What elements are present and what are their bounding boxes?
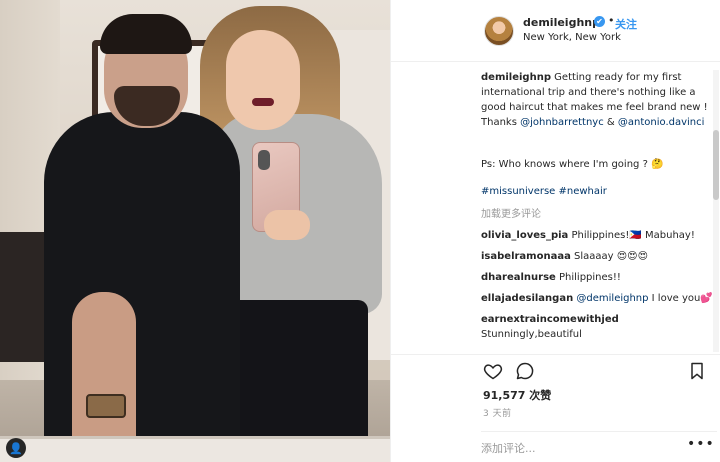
man-hair <box>100 14 192 54</box>
verified-badge-icon: ✔ <box>594 16 605 27</box>
more-options-button[interactable]: ••• <box>687 436 715 452</box>
phone-camera <box>258 150 270 170</box>
post-actions: 91,577 次赞 3 天前 ••• <box>391 354 720 462</box>
comment-text: Slaaaay 😍😍😍 <box>570 251 649 262</box>
comment-username[interactable]: earnextraincomewithjed <box>481 314 619 325</box>
header-separator: • <box>608 14 615 27</box>
like-count[interactable]: 91,577 次赞 <box>483 387 551 403</box>
post-details-panel: demileighnp ✔ • 关注 New York, New York de… <box>390 0 720 462</box>
post-timestamp[interactable]: 3 天前 <box>483 406 512 419</box>
comment-username[interactable]: olivia_loves_pia <box>481 230 568 241</box>
foreground-counter <box>0 436 390 462</box>
caption-mention-1[interactable]: @johnbarrettnyc <box>520 117 604 128</box>
comment-item: isabelramonaaa Slaaaay 😍😍😍 <box>481 249 713 264</box>
comment-item: ellajadesilangan @demileighnp I love you… <box>481 291 713 306</box>
comment-item: dharealnurse Philippines!! <box>481 270 713 285</box>
post-photo[interactable]: 👤 <box>0 0 390 462</box>
heart-icon[interactable] <box>483 361 503 381</box>
header-username[interactable]: demileighnp <box>523 16 600 29</box>
comment-username[interactable]: dharealnurse <box>481 272 556 283</box>
comments-scrollbar-thumb[interactable] <box>713 130 719 200</box>
comments-scrollbar[interactable] <box>713 70 719 352</box>
woman-face <box>226 30 300 130</box>
wristwatch <box>86 394 126 418</box>
comment-item: earnextraincomewithjed Stunningly,beauti… <box>481 312 713 342</box>
comment-item: olivia_loves_pia Philippines!🇵🇭 Mabuhay! <box>481 228 713 243</box>
follow-button[interactable]: 关注 <box>615 16 637 32</box>
comments-list[interactable]: demileighnp Getting ready for my first i… <box>481 70 713 354</box>
comment-text: Philippines!! <box>555 272 621 283</box>
caption-text-2: & <box>603 117 618 128</box>
bookmark-icon[interactable] <box>687 361 707 381</box>
background-shelf <box>0 232 44 362</box>
woman-hand <box>264 210 310 240</box>
avatar[interactable] <box>484 16 514 46</box>
comment-icon[interactable] <box>515 361 535 381</box>
comment-text: I love you💕 <box>648 293 713 304</box>
caption: demileighnp Getting ready for my first i… <box>481 70 713 199</box>
comment-mention[interactable]: @demileighnp <box>576 293 648 304</box>
user-tag-glyph: 👤 <box>9 441 23 455</box>
woman-lips <box>252 98 274 106</box>
load-more-comments-button[interactable]: 加载更多评论 <box>481 207 713 222</box>
add-comment-input[interactable] <box>481 438 671 458</box>
caption-mention-2[interactable]: @antonio.davinci <box>618 117 705 128</box>
caption-hashtags[interactable]: #missuniverse #newhair <box>481 184 713 199</box>
post-header: demileighnp ✔ • 关注 New York, New York <box>391 0 720 62</box>
comment-username[interactable]: isabelramonaaa <box>481 251 571 262</box>
comment-username[interactable]: ellajadesilangan <box>481 293 573 304</box>
caption-ps: Ps: Who knows where I'm going ? 🤔 <box>481 159 664 170</box>
add-comment-row: ••• <box>481 431 717 461</box>
comment-text: Stunningly,beautiful <box>481 329 582 340</box>
comment-text: Philippines!🇵🇭 Mabuhay! <box>568 230 695 241</box>
caption-username[interactable]: demileighnp <box>481 72 551 83</box>
person-icon[interactable]: 👤 <box>6 438 26 458</box>
location-link[interactable]: New York, New York <box>523 32 621 43</box>
